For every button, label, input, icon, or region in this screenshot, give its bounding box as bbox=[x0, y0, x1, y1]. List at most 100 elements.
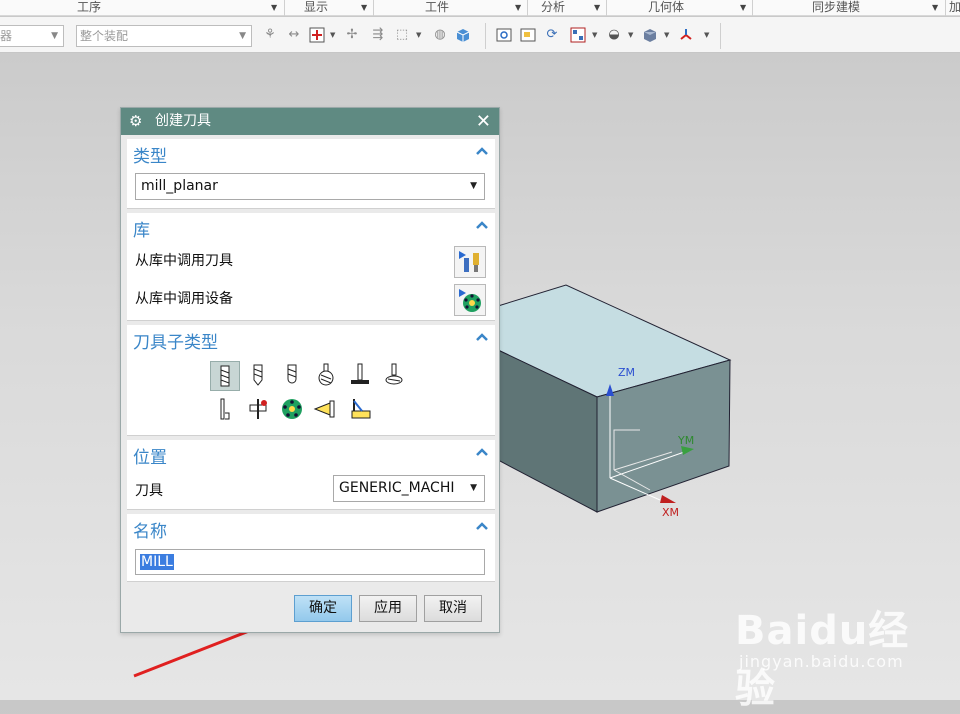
gear-icon[interactable]: ⚙ bbox=[129, 108, 142, 135]
ribbon-group-label: 几何体 bbox=[648, 0, 685, 14]
carrier-icon[interactable] bbox=[278, 395, 308, 425]
chevron-down-icon[interactable]: ▼ bbox=[515, 1, 521, 15]
retrieve-tool-from-library-button[interactable] bbox=[454, 246, 486, 278]
toolbar-separator bbox=[720, 23, 721, 49]
watermark: Baidu经验 jingyan.baidu.com bbox=[735, 598, 945, 712]
point-constructor-icon[interactable]: ✢ bbox=[344, 27, 360, 43]
ribbon-group-analysis[interactable]: 分析 ▼ bbox=[529, 0, 607, 16]
retrieve-tool-label: 从库中调用刀具 bbox=[135, 253, 233, 269]
tool-subtype-heading[interactable]: 刀具子类型 bbox=[133, 328, 218, 353]
create-tool-dialog: ⚙ 创建刀具 ✕ 类型 mill_planar ▼ 库 从库中调用刀具 从库中调… bbox=[120, 107, 500, 633]
chevron-down-icon[interactable]: ▼ bbox=[361, 1, 367, 15]
mill-user-icon[interactable] bbox=[244, 395, 274, 425]
ribbon-group-label: 加 bbox=[949, 0, 960, 14]
mill-icon[interactable] bbox=[210, 361, 240, 391]
zoom-window-icon[interactable] bbox=[520, 27, 536, 43]
soft-tool-icon[interactable] bbox=[346, 395, 376, 425]
ribbon-group-label: 同步建模 bbox=[812, 0, 861, 14]
location-section-heading[interactable]: 位置 bbox=[133, 443, 167, 468]
chevron-down-icon[interactable]: ▼ bbox=[740, 1, 746, 15]
render-style-icon[interactable]: ◒ bbox=[606, 27, 622, 43]
ribbon-group-geometry[interactable]: 几何体 ▼ bbox=[608, 0, 753, 16]
watermark-url: jingyan.baidu.com bbox=[739, 652, 904, 671]
dialog-title: 创建刀具 bbox=[155, 113, 211, 129]
location-section: 位置 刀具 GENERIC_MACHI ▼ bbox=[127, 440, 495, 510]
t-cutter-icon[interactable] bbox=[346, 361, 376, 391]
ribbon-group-sync-modeling[interactable]: 同步建模 ▼ bbox=[754, 0, 946, 16]
ribbon-group-bar: 工序 ▼ 显示 ▼ 工件 ▼ 分析 ▼ 几何体 ▼ 同步建模 ▼ 加 bbox=[0, 0, 960, 16]
collapse-chevron-up-icon[interactable] bbox=[475, 330, 489, 344]
barrel-cutter-icon[interactable] bbox=[380, 361, 410, 391]
cancel-button[interactable]: 取消 bbox=[424, 595, 482, 622]
retrieve-device-from-library-button[interactable] bbox=[454, 284, 486, 316]
ribbon-group-workpiece[interactable]: 工件 ▼ bbox=[375, 0, 528, 16]
collapse-chevron-up-icon[interactable] bbox=[475, 144, 489, 158]
dialog-titlebar[interactable]: ⚙ 创建刀具 ✕ bbox=[121, 108, 499, 135]
selection-toolbar: 器 ▼ 整个装配 ▼ ⚘ ↔ ▼ ✢ ⇶ ⬚ ▼ ◍ ⟳ ▼ ◒ ▼ ▼ ▼ bbox=[0, 17, 960, 53]
assembly-scope-value: 整个装配 bbox=[80, 29, 129, 43]
fit-view-icon[interactable] bbox=[496, 27, 512, 43]
tool-location-dropdown[interactable]: GENERIC_MACHI ▼ bbox=[333, 475, 485, 502]
rotate-icon[interactable]: ⟳ bbox=[544, 27, 560, 43]
chevron-down-icon: ▼ bbox=[470, 483, 477, 493]
ribbon-group-label: 显示 bbox=[304, 0, 329, 14]
ribbon-group-display[interactable]: 显示 ▼ bbox=[286, 0, 374, 16]
chevron-down-icon[interactable]: ▼ bbox=[592, 31, 597, 39]
toolbar-separator bbox=[485, 23, 486, 49]
name-section: 名称 MILL bbox=[127, 514, 495, 582]
ribbon-group-label: 分析 bbox=[541, 0, 566, 14]
select-feature-icon[interactable]: ⚘ bbox=[262, 27, 278, 43]
ball-mill-icon[interactable] bbox=[278, 361, 308, 391]
xm-label: XM bbox=[662, 506, 679, 519]
csys-display-icon[interactable] bbox=[678, 27, 694, 43]
chevron-down-icon[interactable]: ▼ bbox=[932, 1, 938, 15]
chevron-down-icon[interactable]: ▼ bbox=[664, 31, 669, 39]
name-section-heading[interactable]: 名称 bbox=[133, 517, 167, 542]
library-section-heading[interactable]: 库 bbox=[133, 216, 150, 241]
tool-type-value: mill_planar bbox=[141, 178, 218, 194]
filter-select-value: 器 bbox=[0, 29, 13, 43]
chevron-down-icon: ▼ bbox=[51, 31, 58, 41]
ok-button[interactable]: 确定 bbox=[294, 595, 352, 622]
apply-button[interactable]: 应用 bbox=[359, 595, 417, 622]
select-body-icon[interactable]: ↔ bbox=[286, 27, 302, 43]
thread-mill-icon[interactable] bbox=[210, 395, 240, 425]
tool-type-dropdown[interactable]: mill_planar ▼ bbox=[135, 173, 485, 200]
ribbon-group-more[interactable]: 加 bbox=[947, 0, 960, 16]
collapse-chevron-up-icon[interactable] bbox=[475, 519, 489, 533]
tool-location-value: GENERIC_MACHI bbox=[339, 480, 455, 496]
type-section: 类型 mill_planar ▼ bbox=[127, 139, 495, 209]
ribbon-group-operation[interactable]: 工序 ▼ bbox=[0, 0, 285, 16]
tool-subtype-section: 刀具子类型 bbox=[127, 325, 495, 436]
shaded-cube-icon[interactable] bbox=[642, 27, 658, 43]
vector-icon[interactable]: ⇶ bbox=[370, 27, 386, 43]
x-axis-arrow bbox=[660, 495, 676, 503]
collapse-chevron-up-icon[interactable] bbox=[475, 445, 489, 459]
chevron-down-icon: ▼ bbox=[239, 31, 246, 41]
spherical-mill-icon[interactable] bbox=[312, 361, 342, 391]
chevron-down-icon[interactable]: ▼ bbox=[704, 31, 709, 39]
orient-view-icon[interactable] bbox=[570, 27, 586, 43]
chamfer-mill-icon[interactable] bbox=[244, 361, 274, 391]
chevron-down-icon[interactable]: ▼ bbox=[330, 31, 335, 39]
chevron-down-icon[interactable]: ▼ bbox=[628, 31, 633, 39]
collapse-chevron-up-icon[interactable] bbox=[475, 218, 489, 232]
library-section: 库 从库中调用刀具 从库中调用设备 bbox=[127, 213, 495, 321]
mcs-head-icon[interactable] bbox=[312, 395, 342, 425]
close-icon[interactable]: ✕ bbox=[476, 108, 491, 135]
filter-select[interactable]: 器 ▼ bbox=[0, 25, 64, 47]
tool-name-input[interactable]: MILL bbox=[135, 549, 485, 575]
tool-library-icon bbox=[459, 251, 479, 272]
chevron-down-icon[interactable]: ▼ bbox=[594, 1, 600, 15]
type-section-heading[interactable]: 类型 bbox=[133, 142, 167, 167]
chevron-down-icon[interactable]: ▼ bbox=[416, 31, 421, 39]
ym-label: YM bbox=[677, 434, 694, 447]
show-body-icon[interactable] bbox=[455, 27, 471, 43]
retrieve-device-label: 从库中调用设备 bbox=[135, 291, 233, 307]
assembly-scope-select[interactable]: 整个装配 ▼ bbox=[76, 25, 252, 47]
chevron-down-icon[interactable]: ▼ bbox=[271, 1, 277, 15]
snap-point-icon[interactable] bbox=[309, 27, 325, 43]
ribbon-group-label: 工件 bbox=[425, 0, 450, 14]
rectangle-select-icon[interactable]: ⬚ bbox=[394, 27, 410, 43]
hidden-body-icon[interactable]: ◍ bbox=[432, 27, 448, 43]
